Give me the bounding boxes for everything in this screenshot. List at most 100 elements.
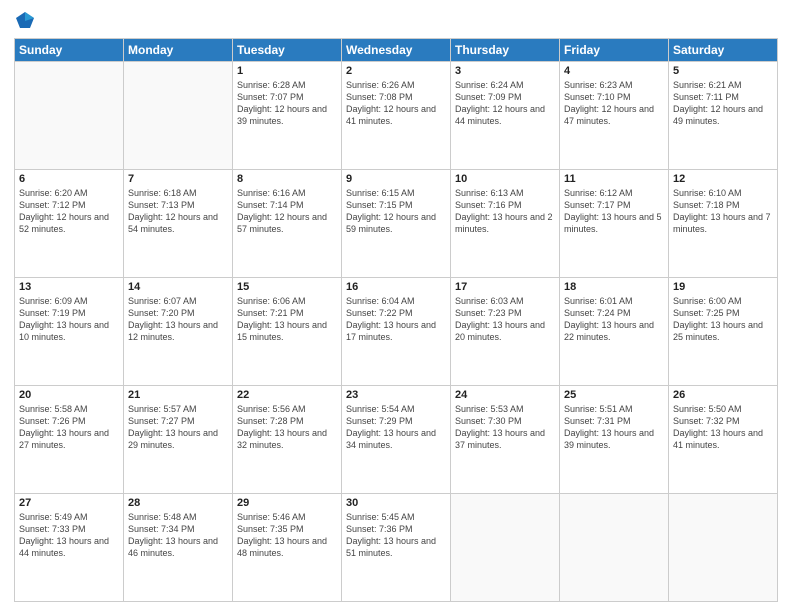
day-number: 27 (19, 497, 119, 509)
calendar-week-row: 27 Sunrise: 5:49 AMSunset: 7:33 PMDayligh… (15, 494, 778, 602)
day-info: Sunrise: 6:00 AMSunset: 7:25 PMDaylight:… (673, 295, 773, 344)
calendar-table: SundayMondayTuesdayWednesdayThursdayFrid… (14, 38, 778, 602)
day-info: Sunrise: 6:04 AMSunset: 7:22 PMDaylight:… (346, 295, 446, 344)
day-info: Sunrise: 6:24 AMSunset: 7:09 PMDaylight:… (455, 79, 555, 128)
day-number: 1 (237, 65, 337, 77)
day-number: 29 (237, 497, 337, 509)
day-number: 12 (673, 173, 773, 185)
calendar-cell: 8 Sunrise: 6:16 AMSunset: 7:14 PMDaylight… (233, 170, 342, 278)
calendar-cell: 29 Sunrise: 5:46 AMSunset: 7:35 PMDayligh… (233, 494, 342, 602)
day-number: 16 (346, 281, 446, 293)
day-info: Sunrise: 6:18 AMSunset: 7:13 PMDaylight:… (128, 187, 228, 236)
calendar-cell: 26 Sunrise: 5:50 AMSunset: 7:32 PMDayligh… (669, 386, 778, 494)
calendar-week-row: 6Sunrise: 6:20 AMSunset: 7:12 PMDaylight… (15, 170, 778, 278)
day-info: Sunrise: 6:09 AMSunset: 7:19 PMDaylight:… (19, 295, 119, 344)
day-info: Sunrise: 6:28 AMSunset: 7:07 PMDaylight:… (237, 79, 337, 128)
calendar-cell: 21 Sunrise: 5:57 AMSunset: 7:27 PMDayligh… (124, 386, 233, 494)
calendar-cell: 11 Sunrise: 6:12 AMSunset: 7:17 PMDayligh… (560, 170, 669, 278)
day-info: Sunrise: 6:10 AMSunset: 7:18 PMDaylight:… (673, 187, 773, 236)
calendar-cell: 27 Sunrise: 5:49 AMSunset: 7:33 PMDayligh… (15, 494, 124, 602)
day-number: 8 (237, 173, 337, 185)
day-info: Sunrise: 5:45 AMSunset: 7:36 PMDaylight:… (346, 511, 446, 560)
logo (14, 10, 36, 32)
calendar-week-row: 13 Sunrise: 6:09 AMSunset: 7:19 PMDayligh… (15, 278, 778, 386)
day-number: 30 (346, 497, 446, 509)
day-info: Sunrise: 5:53 AMSunset: 7:30 PMDaylight:… (455, 403, 555, 452)
day-info: Sunrise: 5:57 AMSunset: 7:27 PMDaylight:… (128, 403, 228, 452)
day-number: 26 (673, 389, 773, 401)
calendar-cell: 3 Sunrise: 6:24 AMSunset: 7:09 PMDaylight… (451, 62, 560, 170)
logo-icon (14, 10, 36, 32)
day-number: 11 (564, 173, 664, 185)
day-info: Sunrise: 5:48 AMSunset: 7:34 PMDaylight:… (128, 511, 228, 560)
day-info: Sunrise: 6:15 AMSunset: 7:15 PMDaylight:… (346, 187, 446, 236)
day-number: 22 (237, 389, 337, 401)
calendar-cell: 2Sunrise: 6:26 AMSunset: 7:08 PMDaylight… (342, 62, 451, 170)
day-number: 9 (346, 173, 446, 185)
day-number: 21 (128, 389, 228, 401)
day-info: Sunrise: 5:49 AMSunset: 7:33 PMDaylight:… (19, 511, 119, 560)
calendar-cell: 7 Sunrise: 6:18 AMSunset: 7:13 PMDaylight… (124, 170, 233, 278)
weekday-header: Thursday (451, 39, 560, 62)
day-info: Sunrise: 6:16 AMSunset: 7:14 PMDaylight:… (237, 187, 337, 236)
calendar-cell: 23 Sunrise: 5:54 AMSunset: 7:29 PMDayligh… (342, 386, 451, 494)
calendar-cell: 25 Sunrise: 5:51 AMSunset: 7:31 PMDayligh… (560, 386, 669, 494)
calendar-cell: 4Sunrise: 6:23 AMSunset: 7:10 PMDaylight… (560, 62, 669, 170)
calendar-cell: 12 Sunrise: 6:10 AMSunset: 7:18 PMDayligh… (669, 170, 778, 278)
weekday-header: Monday (124, 39, 233, 62)
day-info: Sunrise: 6:12 AMSunset: 7:17 PMDaylight:… (564, 187, 664, 236)
day-number: 7 (128, 173, 228, 185)
day-number: 14 (128, 281, 228, 293)
calendar-cell: 30 Sunrise: 5:45 AMSunset: 7:36 PMDayligh… (342, 494, 451, 602)
calendar-cell: 15Sunrise: 6:06 AMSunset: 7:21 PMDayligh… (233, 278, 342, 386)
day-number: 3 (455, 65, 555, 77)
day-number: 4 (564, 65, 664, 77)
calendar-cell: 14 Sunrise: 6:07 AMSunset: 7:20 PMDayligh… (124, 278, 233, 386)
day-number: 23 (346, 389, 446, 401)
weekday-header-row: SundayMondayTuesdayWednesdayThursdayFrid… (15, 39, 778, 62)
day-info: Sunrise: 6:21 AMSunset: 7:11 PMDaylight:… (673, 79, 773, 128)
page: SundayMondayTuesdayWednesdayThursdayFrid… (0, 0, 792, 612)
calendar-cell: 1 Sunrise: 6:28 AMSunset: 7:07 PMDaylight… (233, 62, 342, 170)
calendar-cell (560, 494, 669, 602)
day-number: 25 (564, 389, 664, 401)
day-info: Sunrise: 5:46 AMSunset: 7:35 PMDaylight:… (237, 511, 337, 560)
day-number: 18 (564, 281, 664, 293)
calendar-cell (15, 62, 124, 170)
day-number: 13 (19, 281, 119, 293)
calendar-cell: 6Sunrise: 6:20 AMSunset: 7:12 PMDaylight… (15, 170, 124, 278)
calendar-cell: 9 Sunrise: 6:15 AMSunset: 7:15 PMDaylight… (342, 170, 451, 278)
day-info: Sunrise: 5:51 AMSunset: 7:31 PMDaylight:… (564, 403, 664, 452)
weekday-header: Wednesday (342, 39, 451, 62)
day-info: Sunrise: 6:07 AMSunset: 7:20 PMDaylight:… (128, 295, 228, 344)
weekday-header: Friday (560, 39, 669, 62)
day-info: Sunrise: 5:54 AMSunset: 7:29 PMDaylight:… (346, 403, 446, 452)
calendar-cell: 13 Sunrise: 6:09 AMSunset: 7:19 PMDayligh… (15, 278, 124, 386)
calendar-cell: 22Sunrise: 5:56 AMSunset: 7:28 PMDayligh… (233, 386, 342, 494)
calendar-week-row: 1 Sunrise: 6:28 AMSunset: 7:07 PMDaylight… (15, 62, 778, 170)
weekday-header: Tuesday (233, 39, 342, 62)
day-number: 17 (455, 281, 555, 293)
calendar-cell: 16 Sunrise: 6:04 AMSunset: 7:22 PMDayligh… (342, 278, 451, 386)
day-number: 20 (19, 389, 119, 401)
weekday-header: Saturday (669, 39, 778, 62)
day-info: Sunrise: 6:26 AMSunset: 7:08 PMDaylight:… (346, 79, 446, 128)
day-number: 19 (673, 281, 773, 293)
calendar-cell: 18 Sunrise: 6:01 AMSunset: 7:24 PMDayligh… (560, 278, 669, 386)
day-info: Sunrise: 6:01 AMSunset: 7:24 PMDaylight:… (564, 295, 664, 344)
day-number: 28 (128, 497, 228, 509)
day-number: 5 (673, 65, 773, 77)
calendar-week-row: 20Sunrise: 5:58 AMSunset: 7:26 PMDayligh… (15, 386, 778, 494)
day-info: Sunrise: 6:06 AMSunset: 7:21 PMDaylight:… (237, 295, 337, 344)
calendar-cell: 20Sunrise: 5:58 AMSunset: 7:26 PMDayligh… (15, 386, 124, 494)
day-number: 24 (455, 389, 555, 401)
calendar-cell: 17Sunrise: 6:03 AMSunset: 7:23 PMDayligh… (451, 278, 560, 386)
calendar-cell: 10 Sunrise: 6:13 AMSunset: 7:16 PMDayligh… (451, 170, 560, 278)
day-number: 10 (455, 173, 555, 185)
day-number: 6 (19, 173, 119, 185)
calendar-cell: 5 Sunrise: 6:21 AMSunset: 7:11 PMDaylight… (669, 62, 778, 170)
day-info: Sunrise: 5:50 AMSunset: 7:32 PMDaylight:… (673, 403, 773, 452)
day-info: Sunrise: 6:13 AMSunset: 7:16 PMDaylight:… (455, 187, 555, 236)
weekday-header: Sunday (15, 39, 124, 62)
calendar-cell: 28 Sunrise: 5:48 AMSunset: 7:34 PMDayligh… (124, 494, 233, 602)
